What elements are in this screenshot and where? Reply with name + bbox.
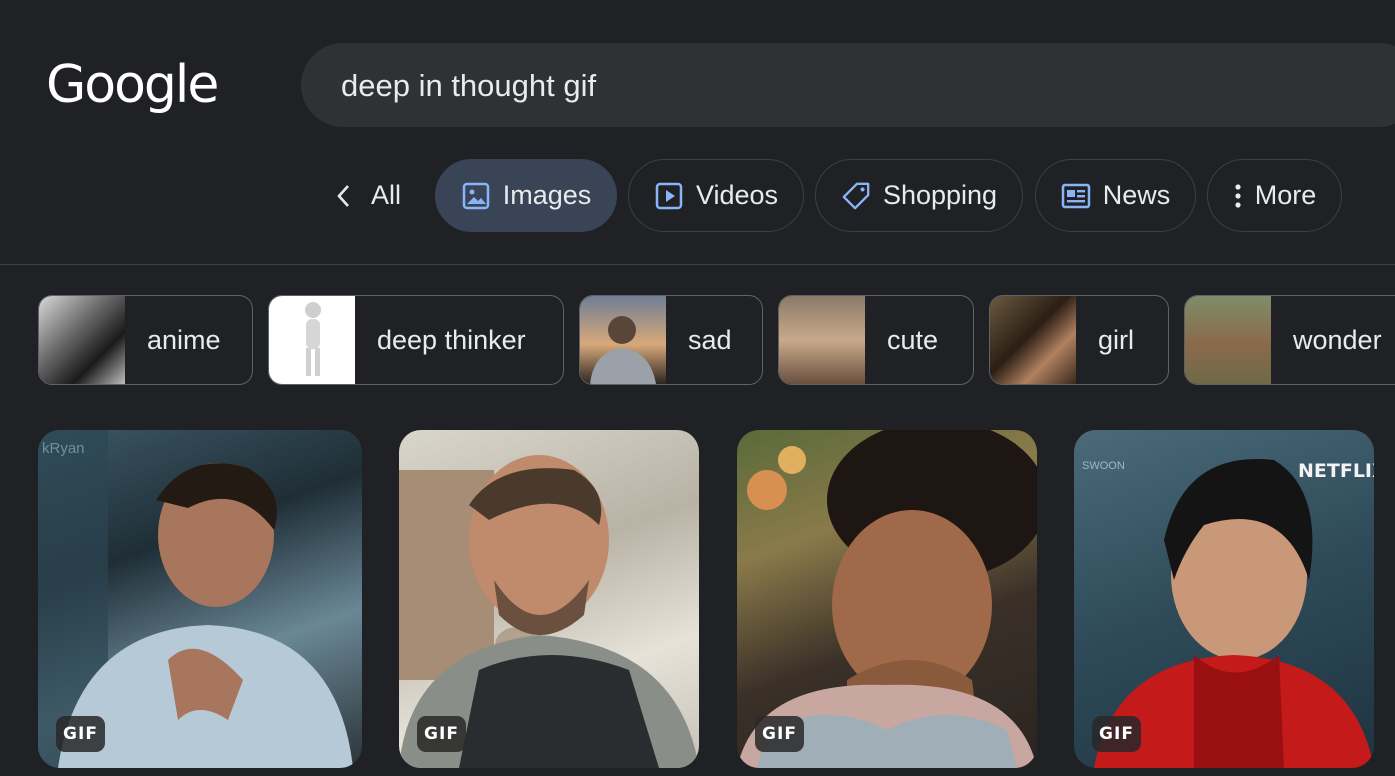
tab-label: All [370, 180, 401, 210]
tab-label: Videos [695, 180, 779, 210]
tab-label: More [1254, 180, 1317, 210]
chip-thumbnail [39, 296, 125, 384]
chip-label: girl [1098, 324, 1135, 355]
tab-label: Shopping [882, 180, 998, 210]
chip-label: cute [887, 324, 939, 355]
search-bar [301, 43, 1395, 127]
tab-shopping[interactable]: Shopping [815, 159, 1023, 232]
chip-label: wonder [1293, 324, 1382, 355]
chip-deep-thinker[interactable]: deep thinker [268, 295, 564, 385]
tab-images[interactable]: Images [435, 159, 617, 232]
chip-thumbnail [779, 296, 865, 384]
chip-sad[interactable]: sad [579, 295, 763, 385]
more-vert-icon [1233, 181, 1243, 211]
tab-label: Images [502, 180, 592, 210]
chip-thumbnail [269, 296, 355, 384]
image-icon [461, 181, 491, 211]
netflix-watermark: NETFLIX [1298, 460, 1374, 482]
chip-cute[interactable]: cute [778, 295, 974, 385]
chip-thumbnail [990, 296, 1076, 384]
image-result[interactable]: GIF [737, 430, 1037, 768]
tab-all[interactable]: All [318, 159, 412, 232]
chip-girl[interactable]: girl [989, 295, 1169, 385]
watermark: kRyan [42, 440, 85, 457]
tab-news[interactable]: News [1035, 159, 1196, 232]
chip-thumbnail [1185, 296, 1271, 384]
chip-label: sad [688, 324, 732, 355]
gif-badge: GIF [56, 716, 105, 752]
gif-badge: GIF [755, 716, 804, 752]
chip-thumbnail [580, 296, 666, 384]
tab-label: News [1102, 180, 1171, 210]
watermark-swoon: SWOON [1082, 460, 1125, 472]
play-icon [654, 181, 684, 211]
newspaper-icon [1061, 181, 1091, 211]
chip-label: deep thinker [377, 324, 526, 355]
tag-icon [841, 181, 871, 211]
gif-badge: GIF [1092, 716, 1141, 752]
image-result[interactable]: SWOON NETFLIX GIF [1074, 430, 1374, 768]
search-input[interactable] [339, 65, 1243, 107]
image-result[interactable]: GIF [399, 430, 699, 768]
google-logo[interactable]: Google [46, 55, 219, 115]
tab-videos[interactable]: Videos [628, 159, 804, 232]
chip-anime[interactable]: anime [38, 295, 253, 385]
gif-badge: GIF [417, 716, 466, 752]
chip-wonder[interactable]: wonder [1184, 295, 1395, 385]
chevron-left-icon [329, 181, 359, 211]
chip-label: anime [147, 324, 221, 355]
divider [0, 264, 1395, 265]
image-result[interactable]: kRyan GIF [38, 430, 362, 768]
tab-more[interactable]: More [1207, 159, 1342, 232]
